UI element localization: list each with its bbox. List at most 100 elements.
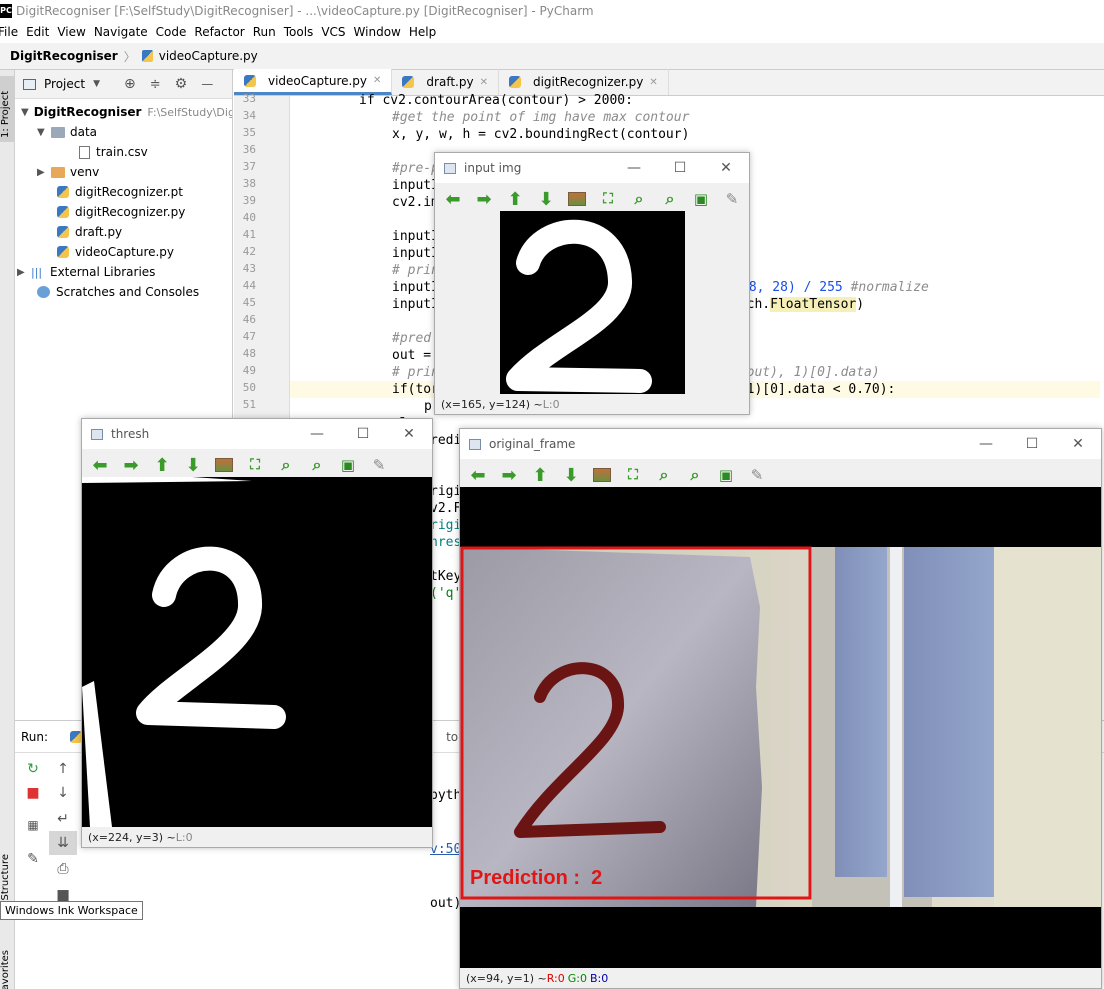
arrow-down-icon[interactable]: ⬇ — [535, 188, 557, 210]
collapse-arrow-icon[interactable]: ▶ — [17, 267, 31, 278]
tree-item-model[interactable]: digitRecognizer.pt — [15, 182, 232, 202]
image-icon[interactable] — [566, 188, 588, 210]
cursor-position: (x=165, y=124) ~ — [441, 397, 543, 411]
arrow-right-icon[interactable]: ➡ — [473, 188, 495, 210]
arrow-down-icon[interactable]: ⬇ — [560, 464, 582, 486]
menu-file[interactable]: File — [0, 25, 24, 39]
tree-item-digitrecognizer-py[interactable]: digitRecognizer.py — [15, 202, 232, 222]
tree-item-external-libraries[interactable]: ▶ ||| External Libraries — [15, 262, 232, 282]
close-icon[interactable]: ✕ — [649, 77, 657, 88]
menu-run[interactable]: Run — [253, 25, 282, 39]
save-icon[interactable]: ▣ — [715, 464, 737, 486]
window-titlebar[interactable]: input img — ☐ ✕ — [435, 153, 749, 183]
output-link[interactable]: v:50 — [430, 841, 461, 859]
arrow-left-icon[interactable]: ⬅ — [467, 464, 489, 486]
breadcrumb-file[interactable]: videoCapture.py — [159, 49, 258, 63]
minimize-icon[interactable]: — — [611, 153, 657, 183]
code-line: v2.F — [430, 501, 462, 516]
minimize-icon[interactable]: — — [963, 429, 1009, 459]
image-icon[interactable] — [213, 454, 235, 476]
tree-item-draft-py[interactable]: draft.py — [15, 222, 232, 242]
code-comment: #normalize — [850, 280, 929, 295]
tab-label: draft.py — [426, 75, 474, 89]
image-icon[interactable] — [591, 464, 613, 486]
zoom-out-icon[interactable]: ⌕ — [306, 454, 328, 476]
zoom-out-icon[interactable]: ⌕ — [659, 188, 681, 210]
pin-icon[interactable]: ✎ — [19, 847, 47, 871]
rerun-icon[interactable]: ↻ — [19, 757, 47, 781]
arrow-up-icon[interactable]: ⬆ — [151, 454, 173, 476]
save-icon[interactable]: ▣ — [337, 454, 359, 476]
maximize-icon[interactable]: ☐ — [657, 153, 703, 183]
library-icon: ||| — [31, 265, 43, 279]
gear-icon[interactable]: ⚙ — [175, 76, 188, 92]
close-icon[interactable]: ✕ — [373, 75, 381, 86]
brush-icon[interactable]: ✎ — [721, 188, 743, 210]
project-view-selector[interactable]: Project — [44, 77, 85, 91]
arrow-down-icon[interactable]: ↓ — [49, 781, 77, 805]
scroll-to-end-icon[interactable]: ⇊ — [49, 831, 77, 855]
project-panel-header: Project ▼ ⊕ ≑ ⚙ — — [15, 70, 232, 99]
stop-icon[interactable]: ■ — [19, 781, 47, 805]
soft-wrap-icon[interactable]: ↵ — [49, 807, 77, 831]
zoom-out-icon[interactable]: ⌕ — [684, 464, 706, 486]
tree-item-scratches[interactable]: Scratches and Consoles — [15, 282, 232, 302]
layout-icon[interactable]: ▦ — [19, 813, 47, 837]
locate-icon[interactable]: ⊕ — [124, 76, 136, 92]
menu-tools[interactable]: Tools — [284, 25, 320, 39]
arrow-right-icon[interactable]: ➡ — [498, 464, 520, 486]
run-output: pyth v:50 out) — [430, 751, 461, 949]
menu-refactor[interactable]: Refactor — [194, 25, 250, 39]
minimize-icon[interactable]: — — [294, 419, 340, 449]
window-titlebar[interactable]: original_frame — ☐ ✕ — [460, 429, 1101, 459]
chevron-down-icon[interactable]: ▼ — [93, 79, 100, 89]
close-icon[interactable]: ✕ — [703, 153, 749, 183]
menu-window[interactable]: Window — [354, 25, 407, 39]
expand-arrow-icon[interactable]: ▼ — [37, 127, 51, 138]
brush-icon[interactable]: ✎ — [746, 464, 768, 486]
zoom-in-icon[interactable]: ⌕ — [628, 188, 650, 210]
menu-edit[interactable]: Edit — [26, 25, 55, 39]
structure-tool-tab[interactable]: Structure — [0, 854, 11, 901]
maximize-icon[interactable]: ☐ — [1009, 429, 1055, 459]
favorites-tool-tab[interactable]: avorites — [0, 950, 11, 989]
breadcrumb-project[interactable]: DigitRecogniser — [10, 49, 118, 63]
arrow-down-icon[interactable]: ⬇ — [182, 454, 204, 476]
arrow-right-icon[interactable]: ➡ — [120, 454, 142, 476]
tree-item-venv[interactable]: ▶ venv — [15, 162, 232, 182]
menu-help[interactable]: Help — [409, 25, 442, 39]
window-title: original_frame — [489, 437, 576, 451]
hide-icon[interactable]: — — [201, 77, 213, 91]
zoom-fit-icon[interactable]: ⛶ — [244, 454, 266, 476]
save-icon[interactable]: ▣ — [690, 188, 712, 210]
window-titlebar[interactable]: thresh — ☐ ✕ — [82, 419, 432, 449]
menu-navigate[interactable]: Navigate — [94, 25, 154, 39]
close-icon[interactable]: ✕ — [1055, 429, 1101, 459]
arrow-left-icon[interactable]: ⬅ — [89, 454, 111, 476]
menu-code[interactable]: Code — [156, 25, 193, 39]
zoom-in-icon[interactable]: ⌕ — [275, 454, 297, 476]
print-icon[interactable]: ⎙ — [49, 857, 77, 881]
tree-item-videocapture-py[interactable]: videoCapture.py — [15, 242, 232, 262]
zoom-fit-icon[interactable]: ⛶ — [622, 464, 644, 486]
close-icon[interactable]: ✕ — [386, 419, 432, 449]
close-icon[interactable]: ✕ — [480, 77, 488, 88]
tree-item-data[interactable]: ▼ data — [15, 122, 232, 142]
arrow-left-icon[interactable]: ⬅ — [442, 188, 464, 210]
tree-root[interactable]: ▼ DigitRecogniser F:\SelfStudy\Dig — [15, 102, 232, 122]
zoom-in-icon[interactable]: ⌕ — [653, 464, 675, 486]
expand-arrow-icon[interactable]: ▼ — [21, 107, 29, 118]
project-tool-tab[interactable]: 1: Project — [0, 76, 15, 142]
collapse-arrow-icon[interactable]: ▶ — [37, 167, 51, 178]
brush-icon[interactable]: ✎ — [368, 454, 390, 476]
arrow-up-icon[interactable]: ↑ — [49, 757, 77, 781]
arrow-up-icon[interactable]: ⬆ — [504, 188, 526, 210]
tree-item-train-csv[interactable]: train.csv — [15, 142, 232, 162]
maximize-icon[interactable]: ☐ — [340, 419, 386, 449]
collapse-icon[interactable]: ≑ — [150, 77, 161, 92]
arrow-up-icon[interactable]: ⬆ — [529, 464, 551, 486]
menu-view[interactable]: View — [57, 25, 91, 39]
code-line: cv2.im — [392, 195, 439, 210]
menu-vcs[interactable]: VCS — [321, 25, 351, 39]
zoom-fit-icon[interactable]: ⛶ — [597, 188, 619, 210]
